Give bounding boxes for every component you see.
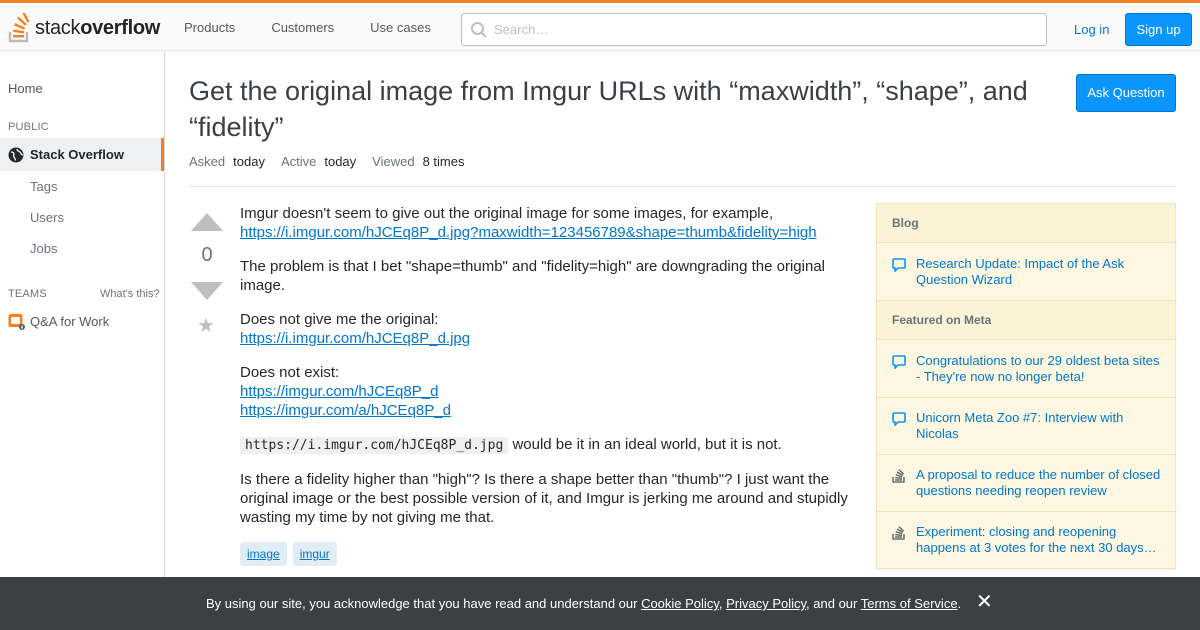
sidebar-item-home[interactable]: Home <box>8 81 43 96</box>
active-label: Active <box>280 154 317 169</box>
logo-suffix: overflow <box>80 16 161 39</box>
sidebar-item-label: Stack Overflow <box>30 147 124 162</box>
widget-heading-meta: Featured on Meta <box>877 300 1175 340</box>
post-link[interactable]: https://i.imgur.com/hJCEq8P_d.jpg <box>240 330 470 347</box>
post-paragraph: Does not give me the original: https://i… <box>240 310 852 348</box>
stack-logo-icon <box>892 469 905 483</box>
tag-list: image imgur <box>240 542 852 566</box>
globe-icon <box>8 147 24 162</box>
stack-logo-icon <box>892 526 905 540</box>
asked-value: today <box>233 154 265 169</box>
login-link[interactable]: Log in <box>1064 13 1119 46</box>
upvote-arrow-icon[interactable] <box>191 213 223 231</box>
speech-bubble-icon <box>892 258 906 272</box>
cookie-text: . <box>957 596 962 611</box>
post-link[interactable]: https://imgur.com/a/hJCEq8P_d <box>240 402 451 419</box>
sidebar-item-qa-for-work[interactable]: Q&A for Work <box>8 313 109 330</box>
downvote-arrow-icon[interactable] <box>191 282 223 300</box>
widget-item: Congratulations to our 29 oldest beta si… <box>892 353 1162 385</box>
ask-question-button[interactable]: Ask Question <box>1076 74 1176 112</box>
post-text: Does not give me the original: <box>240 311 439 328</box>
post-text: Imgur doesn't seem to give out the origi… <box>240 205 774 222</box>
signup-button[interactable]: Sign up <box>1125 13 1192 46</box>
stack-overflow-logo-icon <box>8 11 32 43</box>
widget-item: A proposal to reduce the number of close… <box>892 467 1162 499</box>
logo-link[interactable]: stackoverflow <box>8 11 160 44</box>
speech-bubble-icon <box>892 355 906 369</box>
search-box <box>461 13 1047 46</box>
close-icon[interactable]: ✕ <box>976 592 993 612</box>
inline-code: https://i.imgur.com/hJCEq8P_d.jpg <box>240 437 509 454</box>
blog-meta-widget: Blog Research Update: Impact of the Ask … <box>876 203 1176 569</box>
active-value[interactable]: today <box>324 154 356 169</box>
sidebar-item-tags[interactable]: Tags <box>30 179 57 194</box>
nav-use-cases[interactable]: Use cases <box>352 20 449 35</box>
sidebar-item-users[interactable]: Users <box>30 210 64 225</box>
widget-item: Experiment: closing and reopening happen… <box>892 524 1162 556</box>
post-paragraph: The problem is that I bet "shape=thumb" … <box>240 258 825 294</box>
privacy-policy-link[interactable]: Privacy Policy <box>726 596 806 611</box>
post-paragraph: Does not exist: https://imgur.com/hJCEq8… <box>240 363 852 420</box>
post-paragraph: Is there a fidelity higher than "high"? … <box>240 471 848 526</box>
sidebar-item-stack-overflow[interactable]: Stack Overflow <box>0 138 164 171</box>
logo-prefix: stack <box>35 16 81 39</box>
widget-link[interactable]: Research Update: Impact of the Ask Quest… <box>916 256 1162 288</box>
vote-count: 0 <box>201 244 213 266</box>
logo-wordmark: stackoverflow <box>35 17 160 40</box>
favorite-star-icon[interactable]: ★ <box>197 316 215 336</box>
question-body: Imgur doesn't seem to give out the origi… <box>240 204 852 566</box>
cookie-banner: By using our site, you acknowledge that … <box>0 577 1200 630</box>
post-paragraph: https://i.imgur.com/hJCEq8P_d.jpg would … <box>240 435 852 455</box>
search-input[interactable] <box>462 14 1046 45</box>
asked-label: Asked <box>189 154 226 169</box>
cookie-text: , and our <box>806 596 861 611</box>
sidebar-item-label: Q&A for Work <box>30 314 110 329</box>
speech-bubble-icon <box>892 412 906 426</box>
top-bar: stackoverflow Products Customers Use cas… <box>0 0 1200 51</box>
briefcase-icon <box>8 314 25 330</box>
widget-link[interactable]: Congratulations to our 29 oldest beta si… <box>916 353 1162 385</box>
sidebar-item-jobs[interactable]: Jobs <box>30 241 57 256</box>
terms-of-service-link[interactable]: Terms of Service <box>861 596 958 611</box>
search-icon <box>470 21 488 39</box>
cookie-text: , <box>718 596 727 611</box>
cookie-text: By using our site, you acknowledge that … <box>206 596 642 611</box>
top-nav: Products Customers Use cases <box>166 3 449 51</box>
widget-heading-blog: Blog <box>877 203 1175 243</box>
question-meta: Asked today Active today Viewed 8 times <box>189 154 480 169</box>
widget-item: Research Update: Impact of the Ask Quest… <box>892 256 1162 288</box>
left-sidebar: Home PUBLIC Stack Overflow Tags Users Jo… <box>0 51 165 630</box>
nav-products[interactable]: Products <box>166 20 253 35</box>
widget-link[interactable]: Unicorn Meta Zoo #7: Interview with Nico… <box>916 410 1162 442</box>
post-link[interactable]: https://i.imgur.com/hJCEq8P_d.jpg?maxwid… <box>240 224 817 241</box>
post-paragraph: Imgur doesn't seem to give out the origi… <box>240 204 852 242</box>
widget-link[interactable]: A proposal to reduce the number of close… <box>916 467 1162 499</box>
cookie-policy-link[interactable]: Cookie Policy <box>641 596 719 611</box>
whats-this-link[interactable]: What's this? <box>100 288 160 300</box>
widget-divider <box>877 397 1175 398</box>
cookie-notice: By using our site, you acknowledge that … <box>206 596 961 611</box>
widget-divider <box>877 454 1175 455</box>
sidebar-heading-public: PUBLIC <box>8 121 49 133</box>
post-link[interactable]: https://imgur.com/hJCEq8P_d <box>240 383 438 400</box>
viewed-label: Viewed <box>372 154 415 169</box>
viewed-value: 8 times <box>422 154 465 169</box>
widget-item: Unicorn Meta Zoo #7: Interview with Nico… <box>892 410 1162 442</box>
post-text: Does not exist: <box>240 364 340 381</box>
header-divider <box>189 186 1176 187</box>
sidebar-heading-teams: TEAMS <box>8 288 47 300</box>
tag-image[interactable]: image <box>240 542 287 566</box>
widget-divider <box>877 511 1175 512</box>
widget-link[interactable]: Experiment: closing and reopening happen… <box>916 524 1162 556</box>
post-text: would be it in an ideal world, but it is… <box>508 436 782 453</box>
question-title[interactable]: Get the original image from Imgur URLs w… <box>189 73 1049 145</box>
tag-imgur[interactable]: imgur <box>292 542 337 566</box>
nav-customers[interactable]: Customers <box>253 20 352 35</box>
